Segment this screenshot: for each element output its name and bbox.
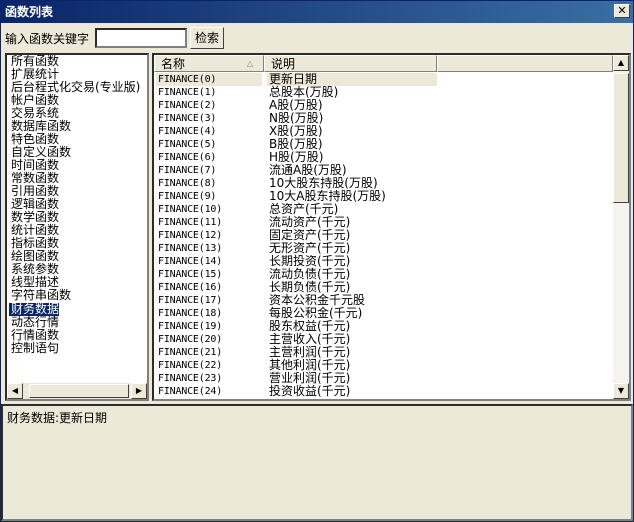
table-row[interactable]: FINANCE(14) 长期投资(千元) (154, 255, 613, 268)
function-name: FINANCE(8) (158, 178, 217, 189)
title-bar[interactable]: 函数列表 ✕ (1, 1, 633, 23)
table-row[interactable]: FINANCE(13) 无形资产(千元) (154, 242, 613, 255)
function-name: FINANCE(21) (158, 347, 223, 358)
function-name: FINANCE(18) (158, 308, 223, 319)
function-desc: 投资收益(千元) (269, 384, 351, 398)
function-name: FINANCE(7) (158, 165, 217, 176)
table-row[interactable]: FINANCE(5) B股(万股) (154, 138, 613, 151)
function-name: FINANCE(16) (158, 282, 223, 293)
function-name: FINANCE(15) (158, 269, 223, 280)
table-row[interactable]: FINANCE(9) 10大A股东持股(万股) (154, 190, 613, 203)
column-header-name[interactable]: 名称 △ (154, 55, 264, 72)
function-name: FINANCE(9) (158, 191, 217, 202)
table-row[interactable]: FINANCE(16) 长期负债(千元) (154, 281, 613, 294)
close-icon[interactable]: ✕ (614, 4, 630, 18)
function-name: FINANCE(17) (158, 295, 223, 306)
table-row[interactable]: FINANCE(17) 资本公积金千元股 (154, 294, 613, 307)
search-label: 输入函数关键字 (5, 32, 90, 46)
function-name: FINANCE(1) (158, 87, 217, 98)
search-button[interactable]: 检索 (190, 27, 224, 49)
sort-icon: △ (246, 59, 253, 68)
hscroll-thumb[interactable] (29, 384, 129, 398)
table-row[interactable]: FINANCE(24) 投资收益(千元) (154, 385, 613, 398)
scroll-up-icon[interactable]: ▲ (613, 55, 629, 71)
window-title: 函数列表 (5, 5, 54, 19)
table-row[interactable]: FINANCE(22) 其他利润(千元) (154, 359, 613, 372)
function-name: FINANCE(4) (158, 126, 217, 137)
function-name: FINANCE(22) (158, 360, 223, 371)
function-name: FINANCE(23) (158, 373, 223, 384)
function-name: FINANCE(11) (158, 217, 223, 228)
function-list-window: 函数列表 ✕ 输入函数关键字 检索 所有函数 扩展统计 后台程式化交易(专业版) 帐户… (0, 0, 634, 522)
table-row[interactable]: FINANCE(23) 营业利润(千元) (154, 372, 613, 385)
vscroll-thumb[interactable] (613, 73, 629, 203)
function-name: FINANCE(20) (158, 334, 223, 345)
table-vscrollbar[interactable]: ▲ ▼ (613, 55, 629, 399)
function-name: FINANCE(13) (158, 243, 223, 254)
table-row[interactable]: FINANCE(10) 总资产(千元) (154, 203, 613, 216)
scroll-right-icon[interactable]: ▶ (131, 383, 147, 399)
table-row[interactable]: FINANCE(19) 股东权益(千元) (154, 320, 613, 333)
table-row[interactable]: FINANCE(2) A股(万股) (154, 99, 613, 112)
function-name: FINANCE(12) (158, 230, 223, 241)
table-row[interactable]: FINANCE(3) N股(万股) (154, 112, 613, 125)
table-row[interactable]: FINANCE(1) 总股本(万股) (154, 86, 613, 99)
function-name: FINANCE(6) (158, 152, 217, 163)
column-header-desc[interactable]: 说明 (264, 55, 437, 72)
column-header-empty (437, 55, 613, 72)
search-input[interactable] (95, 28, 187, 48)
table-row[interactable]: FINANCE(18) 每股公积金(千元) (154, 307, 613, 320)
description-panel: 财务数据:更新日期 (1, 404, 633, 521)
table-row[interactable]: FINANCE(12) 固定资产(千元) (154, 229, 613, 242)
function-name: FINANCE(2) (158, 100, 217, 111)
function-name: FINANCE(5) (158, 139, 217, 150)
function-name: FINANCE(14) (158, 256, 223, 267)
scroll-left-icon[interactable]: ◀ (7, 383, 23, 399)
function-name: FINANCE(19) (158, 321, 223, 332)
category-list[interactable]: 所有函数 扩展统计 后台程式化交易(专业版) 帐户函数 交易系统 数据库函数 特色函数 自定义… (5, 53, 149, 401)
table-row[interactable]: FINANCE(15) 流动负债(千元) (154, 268, 613, 281)
category-item[interactable]: 字符串函数 (9, 289, 135, 302)
table-header: 名称 △ 说明 (154, 55, 613, 72)
function-name: FINANCE(3) (158, 113, 217, 124)
table-row[interactable]: FINANCE(20) 主营收入(千元) (154, 333, 613, 346)
function-name: FINANCE(10) (158, 204, 223, 215)
table-row[interactable]: FINANCE(4) X股(万股) (154, 125, 613, 138)
function-table: 名称 △ 说明 FINANCE(0) 更新日期 FINANCE(1) 总股本(万股) F… (152, 53, 631, 401)
function-name: FINANCE(0) (156, 73, 262, 86)
table-rows: FINANCE(0) 更新日期 FINANCE(1) 总股本(万股) FINANCE(2… (154, 73, 613, 398)
table-row[interactable]: FINANCE(6) H股(万股) (154, 151, 613, 164)
function-description: 财务数据:更新日期 (7, 411, 108, 425)
category-items: 所有函数 扩展统计 后台程式化交易(专业版) 帐户函数 交易系统 数据库函数 特色函数 自定义… (9, 55, 140, 355)
category-item[interactable]: 控制语句 (9, 342, 135, 355)
category-hscrollbar[interactable]: ◀ ▶ (7, 383, 147, 399)
function-name: FINANCE(24) (158, 386, 223, 397)
table-row[interactable]: FINANCE(21) 主营利润(千元) (154, 346, 613, 359)
scroll-down-icon[interactable]: ▼ (613, 383, 629, 399)
table-row[interactable]: FINANCE(11) 流动资产(千元) (154, 216, 613, 229)
table-row[interactable]: FINANCE(7) 流通A股(万股) (154, 164, 613, 177)
table-row[interactable]: FINANCE(0) 更新日期 (154, 73, 613, 86)
